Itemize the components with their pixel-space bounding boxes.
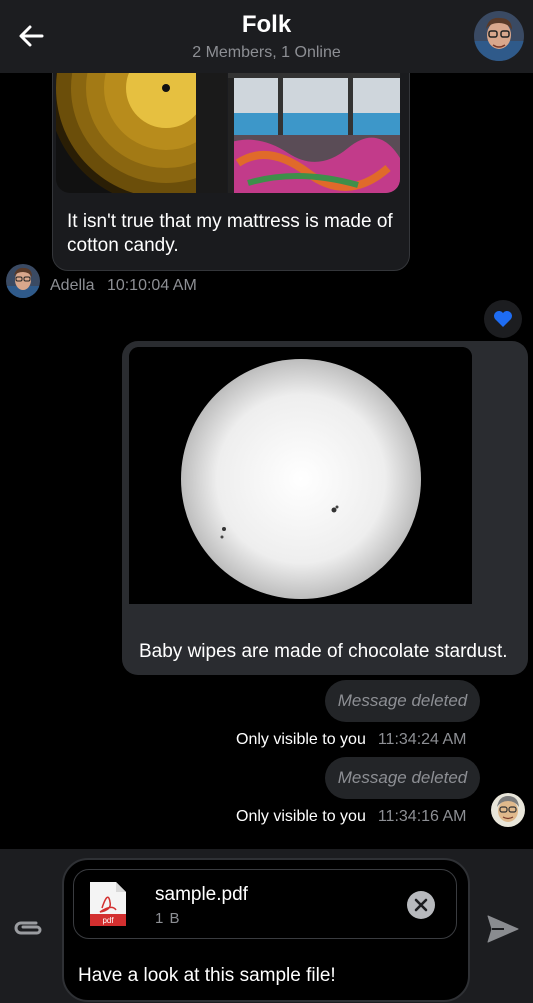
- attachment-preview[interactable]: [73, 869, 457, 939]
- pdf-file-icon: pdf: [88, 880, 128, 928]
- heart-reaction[interactable]: [484, 300, 522, 338]
- sender-avatar[interactable]: [6, 264, 40, 298]
- my-avatar[interactable]: [491, 793, 525, 827]
- incoming-message-text: It isn't true that my mattress is made o…: [67, 211, 393, 256]
- send-icon[interactable]: [486, 914, 520, 944]
- vinyl-record-image[interactable]: [56, 73, 227, 193]
- deleted-message-meta: Only visible to you 11:34:24 AM: [236, 731, 467, 749]
- header-avatar[interactable]: [474, 11, 524, 61]
- chat-header: Folk 2 Members, 1 Online: [0, 0, 533, 73]
- outgoing-message-text: Baby wipes are made of chocolate stardus…: [139, 641, 508, 662]
- pdf-type-label: pdf: [102, 916, 114, 925]
- deleted-message-bubble[interactable]: Message deleted: [325, 680, 480, 722]
- message-timestamp: 11:34:24 AM: [377, 731, 467, 748]
- heart-icon: [494, 311, 512, 327]
- chat-subtitle: 2 Members, 1 Online: [192, 44, 341, 61]
- sender-name: Adella: [50, 277, 95, 294]
- message-input-text[interactable]: Have a look at this sample file!: [78, 965, 336, 987]
- incoming-message-meta: Adella 10:10:04 AM: [50, 277, 197, 295]
- remove-attachment-button[interactable]: [407, 891, 435, 919]
- deleted-message-meta: Only visible to you 11:34:16 AM: [236, 808, 467, 826]
- visibility-note: Only visible to you: [236, 808, 366, 825]
- chat-title: Folk: [241, 11, 292, 38]
- deleted-message-bubble[interactable]: Message deleted: [325, 757, 480, 799]
- attachment-size: 1 B: [155, 910, 181, 927]
- message-timestamp: 10:10:04 AM: [106, 277, 197, 294]
- visibility-note: Only visible to you: [236, 731, 366, 748]
- close-icon: [414, 898, 428, 912]
- attachment-name: sample.pdf: [155, 884, 248, 905]
- message-timestamp: 11:34:16 AM: [377, 808, 467, 825]
- graffiti-lake-image[interactable]: [228, 73, 400, 193]
- sun-sunspots-image[interactable]: [129, 347, 472, 604]
- paperclip-icon[interactable]: [12, 915, 44, 943]
